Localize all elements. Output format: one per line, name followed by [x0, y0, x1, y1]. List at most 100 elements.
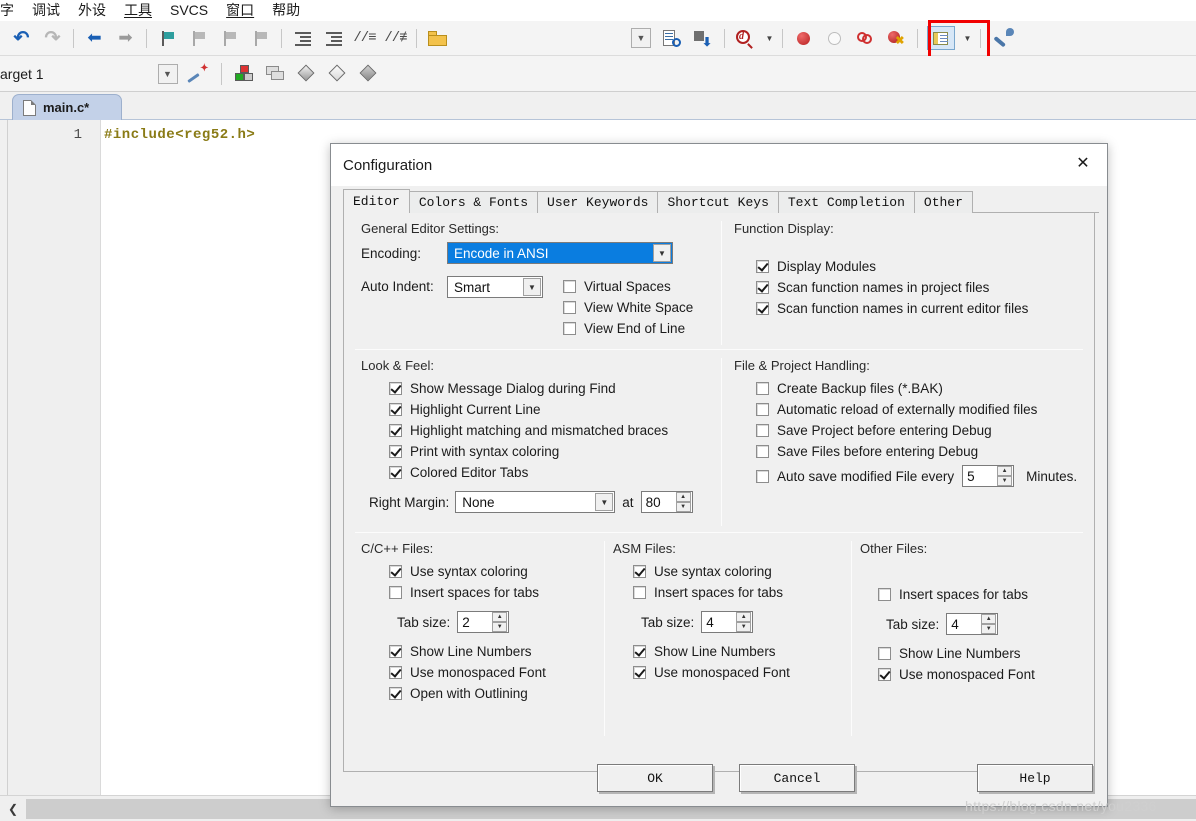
checkbox-c-show-line-numbers[interactable]: Show Line Numbers	[389, 641, 596, 662]
checkbox-box[interactable]	[389, 565, 402, 578]
checkbox-box[interactable]	[389, 645, 402, 658]
checkbox-view-white-space[interactable]: View White Space	[563, 297, 693, 318]
debug-magnifier-dropdown-icon[interactable]: ▼	[763, 25, 775, 52]
checkbox-box[interactable]	[633, 666, 646, 679]
checkbox-box[interactable]	[633, 645, 646, 658]
uncomment-icon[interactable]: //≢	[382, 25, 409, 52]
checkbox-asm-insert-spaces-for-tabs[interactable]: Insert spaces for tabs	[633, 582, 843, 603]
chevron-down-icon[interactable]: ▼	[595, 493, 614, 511]
checkbox-box[interactable]	[756, 260, 769, 273]
menu-item-window[interactable]: 窗口	[217, 0, 263, 21]
tab-colors-and-fonts[interactable]: Colors & Fonts	[408, 191, 539, 213]
breakpoint-disable-icon[interactable]	[821, 25, 848, 52]
debug-magnifier-icon[interactable]: d	[732, 25, 759, 52]
checkbox-box[interactable]	[563, 280, 576, 293]
stepper-up-icon[interactable]: ▲	[981, 614, 997, 624]
checkbox-c-use-monospaced-font[interactable]: Use monospaced Font	[389, 662, 596, 683]
checkbox-box[interactable]	[756, 445, 769, 458]
tab-other[interactable]: Other	[913, 191, 973, 213]
open-folder-icon[interactable]	[424, 25, 451, 52]
stepper-up-icon[interactable]: ▲	[675, 492, 691, 502]
stepper-buttons[interactable]: ▲ ▼	[997, 466, 1013, 486]
scroll-left-arrow-icon[interactable]: ❮	[0, 797, 26, 821]
bookmark-toggle-icon[interactable]	[154, 25, 181, 52]
stepper-down-icon[interactable]: ▼	[981, 624, 997, 634]
menu-item-help[interactable]: 帮助	[263, 0, 309, 21]
auto-indent-select[interactable]: Smart ▼	[447, 276, 543, 298]
checkbox-box[interactable]	[389, 382, 402, 395]
close-icon[interactable]: ✕	[1061, 146, 1105, 180]
stepper-buttons[interactable]: ▲ ▼	[675, 492, 691, 512]
bookmark-clear-icon[interactable]	[247, 25, 274, 52]
menu-item-file[interactable]: 字	[0, 0, 23, 21]
checkbox-box[interactable]	[389, 424, 402, 437]
outdent-icon[interactable]	[320, 25, 347, 52]
comment-icon[interactable]: //≡	[351, 25, 378, 52]
checkbox-create-backup-files[interactable]: Create Backup files (*.BAK)	[756, 378, 1085, 399]
stepper-down-icon[interactable]: ▼	[675, 502, 691, 512]
checkbox-box[interactable]	[633, 565, 646, 578]
checkbox-colored-editor-tabs[interactable]: Colored Editor Tabs	[389, 462, 717, 483]
right-margin-select[interactable]: None ▼	[455, 491, 616, 513]
encoding-select[interactable]: Encode in ANSI ▼	[447, 242, 673, 264]
checkbox-automatic-reload[interactable]: Automatic reload of externally modified …	[756, 399, 1085, 420]
checkbox-asm-use-monospaced-font[interactable]: Use monospaced Font	[633, 662, 843, 683]
target-dropdown-icon[interactable]: ▼	[154, 60, 181, 87]
breakpoint-disable-all-icon[interactable]	[852, 25, 879, 52]
checkbox-c-insert-spaces-for-tabs[interactable]: Insert spaces for tabs	[389, 582, 596, 603]
checkbox-auto-save-modified-file[interactable]: Auto save modified File every 5 ▲ ▼ Minut…	[756, 462, 1085, 490]
stepper-down-icon[interactable]: ▼	[736, 622, 752, 632]
navigate-forward-icon[interactable]: ➡	[112, 25, 139, 52]
other-tab-size-stepper[interactable]: 4 ▲ ▼	[946, 613, 999, 635]
checkbox-box[interactable]	[756, 382, 769, 395]
checkbox-box[interactable]	[756, 281, 769, 294]
stepper-up-icon[interactable]: ▲	[492, 612, 508, 622]
checkbox-box[interactable]	[878, 668, 891, 681]
asm-tab-size-stepper[interactable]: 4 ▲ ▼	[701, 611, 754, 633]
menu-item-tools[interactable]: 工具	[115, 0, 161, 21]
rebuild-all-icon[interactable]	[355, 60, 382, 87]
checkbox-box[interactable]	[563, 322, 576, 335]
checkbox-box[interactable]	[756, 403, 769, 416]
chevron-down-icon[interactable]: ▼	[523, 278, 541, 296]
bookmark-prev-icon[interactable]	[185, 25, 212, 52]
breakpoint-insert-icon[interactable]	[790, 25, 817, 52]
checkbox-print-syntax-coloring[interactable]: Print with syntax coloring	[389, 441, 717, 462]
menu-item-svcs[interactable]: SVCS	[161, 0, 217, 21]
bookmark-next-icon[interactable]	[216, 25, 243, 52]
batch-build-icon[interactable]	[262, 60, 289, 87]
checkbox-box[interactable]	[389, 403, 402, 416]
target-options-wand-icon[interactable]: ✦	[185, 60, 212, 87]
right-margin-column-stepper[interactable]: 80 ▲ ▼	[640, 491, 693, 513]
checkbox-c-open-with-outlining[interactable]: Open with Outlining	[389, 683, 596, 704]
checkbox-box[interactable]	[878, 647, 891, 660]
checkbox-highlight-braces[interactable]: Highlight matching and mismatched braces	[389, 420, 717, 441]
checkbox-scan-project-files[interactable]: Scan function names in project files	[756, 277, 1085, 298]
auto-save-interval-stepper[interactable]: 5 ▲ ▼	[962, 465, 1015, 487]
stepper-buttons[interactable]: ▲ ▼	[981, 614, 997, 634]
goto-bookmark-icon[interactable]: ⬇	[690, 25, 717, 52]
translate-file-icon[interactable]	[293, 60, 320, 87]
checkbox-other-show-line-numbers[interactable]: Show Line Numbers	[878, 643, 1085, 664]
help-button[interactable]: Help	[977, 764, 1093, 792]
checkbox-c-use-syntax-coloring[interactable]: Use syntax coloring	[389, 561, 596, 582]
build-target-icon[interactable]	[231, 60, 258, 87]
configuration-wrench-icon[interactable]	[988, 25, 1022, 52]
checkbox-box[interactable]	[878, 588, 891, 601]
target-selector-label[interactable]: arget 1	[0, 66, 152, 82]
checkbox-asm-show-line-numbers[interactable]: Show Line Numbers	[633, 641, 843, 662]
find-in-files-icon[interactable]	[659, 25, 686, 52]
redo-icon[interactable]: ↷	[39, 25, 66, 52]
checkbox-scan-editor-files[interactable]: Scan function names in current editor fi…	[756, 298, 1085, 319]
combobox-dropdown-icon[interactable]: ▼	[628, 25, 655, 52]
tab-editor[interactable]: Editor	[343, 189, 410, 213]
checkbox-view-end-of-line[interactable]: View End of Line	[563, 318, 693, 339]
stepper-up-icon[interactable]: ▲	[736, 612, 752, 622]
manage-windows-dropdown-icon[interactable]: ▼	[961, 25, 973, 52]
tab-text-completion[interactable]: Text Completion	[777, 191, 915, 213]
stepper-down-icon[interactable]: ▼	[492, 622, 508, 632]
checkbox-other-use-monospaced-font[interactable]: Use monospaced Font	[878, 664, 1085, 685]
chevron-down-icon[interactable]: ▼	[653, 244, 671, 262]
checkbox-box[interactable]	[389, 466, 402, 479]
checkbox-box[interactable]	[563, 301, 576, 314]
